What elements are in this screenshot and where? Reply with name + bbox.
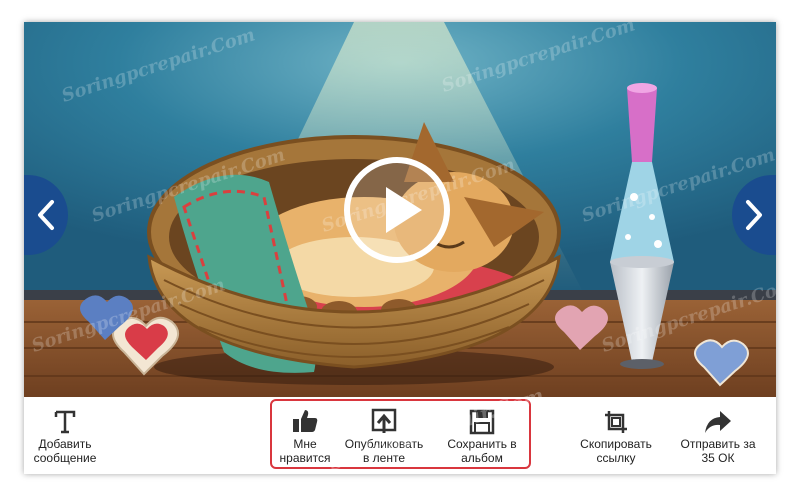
publish-feed-button[interactable]: Опубликовать в ленте [342,397,426,474]
copy-link-label: Скопировать ссылку [580,437,652,465]
save-album-button[interactable]: Сохранить в альбом [440,397,524,474]
share-upload-icon [371,408,397,433]
publish-feed-label: Опубликовать в ленте [344,437,424,465]
crop-link-icon [605,411,627,433]
copy-link-button[interactable]: Скопировать ссылку [574,397,658,474]
thumbs-up-icon [293,410,318,432]
media-viewer: Soringpcrepair.Com Soringpcrepair.Com So… [24,22,776,475]
like-label: Мне нравится [279,437,331,465]
save-album-label: Сохранить в альбом [447,437,517,465]
play-icon [344,157,450,263]
send-ok-button[interactable]: Отправить за 35 ОК [676,397,760,474]
chevron-left-icon [38,200,54,230]
chevron-right-icon [746,200,762,230]
play-button[interactable] [342,155,452,265]
photo-toolbar: Добавить сообщение Мне нравится Опублико… [24,383,776,475]
forward-arrow-icon [705,411,731,433]
send-ok-label: Отправить за 35 ОК [680,437,756,465]
photo-area: Soringpcrepair.Com Soringpcrepair.Com So… [24,22,776,397]
add-message-button[interactable]: Добавить сообщение [30,397,100,474]
like-button[interactable]: Мне нравится [280,397,330,474]
add-message-label: Добавить сообщение [33,437,97,465]
floppy-disk-icon [469,409,495,435]
text-t-icon [54,410,76,434]
